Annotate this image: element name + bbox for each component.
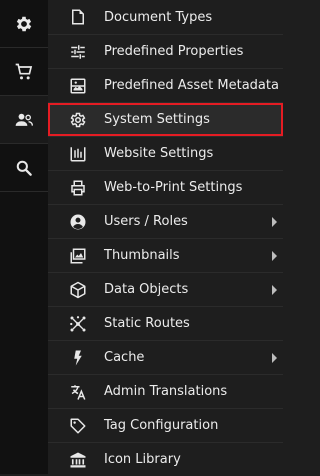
menu-item-label: Icon Library [104,452,181,467]
settings-menu: Document Types Predefined Properties Pre… [48,0,283,474]
tag-icon [68,416,88,436]
cube-icon [68,280,88,300]
menu-item-label: System Settings [104,112,210,127]
website-settings-icon [68,144,88,164]
menu-item-label: Thumbnails [104,248,180,263]
rail-settings-button[interactable] [0,0,48,48]
menu-item-icon-library[interactable]: Icon Library [48,442,283,476]
submenu-arrow-icon [272,250,277,261]
submenu-arrow-icon [272,352,277,363]
printer-icon [68,178,88,198]
menu-item-document-types[interactable]: Document Types [48,0,283,34]
menu-item-label: Cache [104,350,145,365]
document-types-icon [68,7,88,27]
menu-item-users-roles[interactable]: Users / Roles [48,204,283,238]
menu-item-data-objects[interactable]: Data Objects [48,272,283,306]
rail-search-button[interactable] [0,144,48,192]
thumbnails-icon [68,246,88,266]
lightning-icon [68,348,88,368]
submenu-arrow-icon [272,284,277,295]
menu-item-system-settings[interactable]: System Settings [48,102,283,136]
menu-item-label: Document Types [104,9,213,25]
menu-item-label: Predefined Asset Metadata [104,78,279,93]
asset-metadata-icon [68,76,88,96]
menu-item-label: Static Routes [104,316,190,331]
rail-ecommerce-button[interactable] [0,48,48,96]
gear-icon [14,14,34,34]
submenu-arrow-icon [272,216,277,227]
sliders-icon [68,42,88,62]
menu-item-label: Tag Configuration [104,418,219,433]
search-icon [14,158,34,178]
user-circle-icon [68,212,88,232]
menu-item-thumbnails[interactable]: Thumbnails [48,238,283,272]
users-icon [14,110,34,130]
translate-icon [68,382,88,402]
menu-item-label: Admin Translations [104,384,228,399]
library-icon [68,450,88,470]
menu-item-label: Website Settings [104,146,214,161]
menu-item-website-settings[interactable]: Website Settings [48,136,283,170]
routes-icon [68,314,88,334]
menu-item-tag-configuration[interactable]: Tag Configuration [48,408,283,442]
menu-item-label: Users / Roles [104,214,188,229]
menu-item-cache[interactable]: Cache [48,340,283,374]
menu-item-admin-translations[interactable]: Admin Translations [48,374,283,408]
menu-item-predefined-asset-metadata[interactable]: Predefined Asset Metadata [48,68,283,102]
menu-item-label: Predefined Properties [104,44,244,59]
gear-icon [68,110,88,130]
rail-users-button[interactable] [0,96,48,144]
menu-item-label: Data Objects [104,282,189,297]
menu-item-label: Web-to-Print Settings [104,180,243,195]
menu-item-predefined-properties[interactable]: Predefined Properties [48,34,283,68]
cart-icon [14,62,34,82]
menu-item-web-to-print-settings[interactable]: Web-to-Print Settings [48,170,283,204]
left-rail [0,0,48,474]
menu-item-static-routes[interactable]: Static Routes [48,306,283,340]
